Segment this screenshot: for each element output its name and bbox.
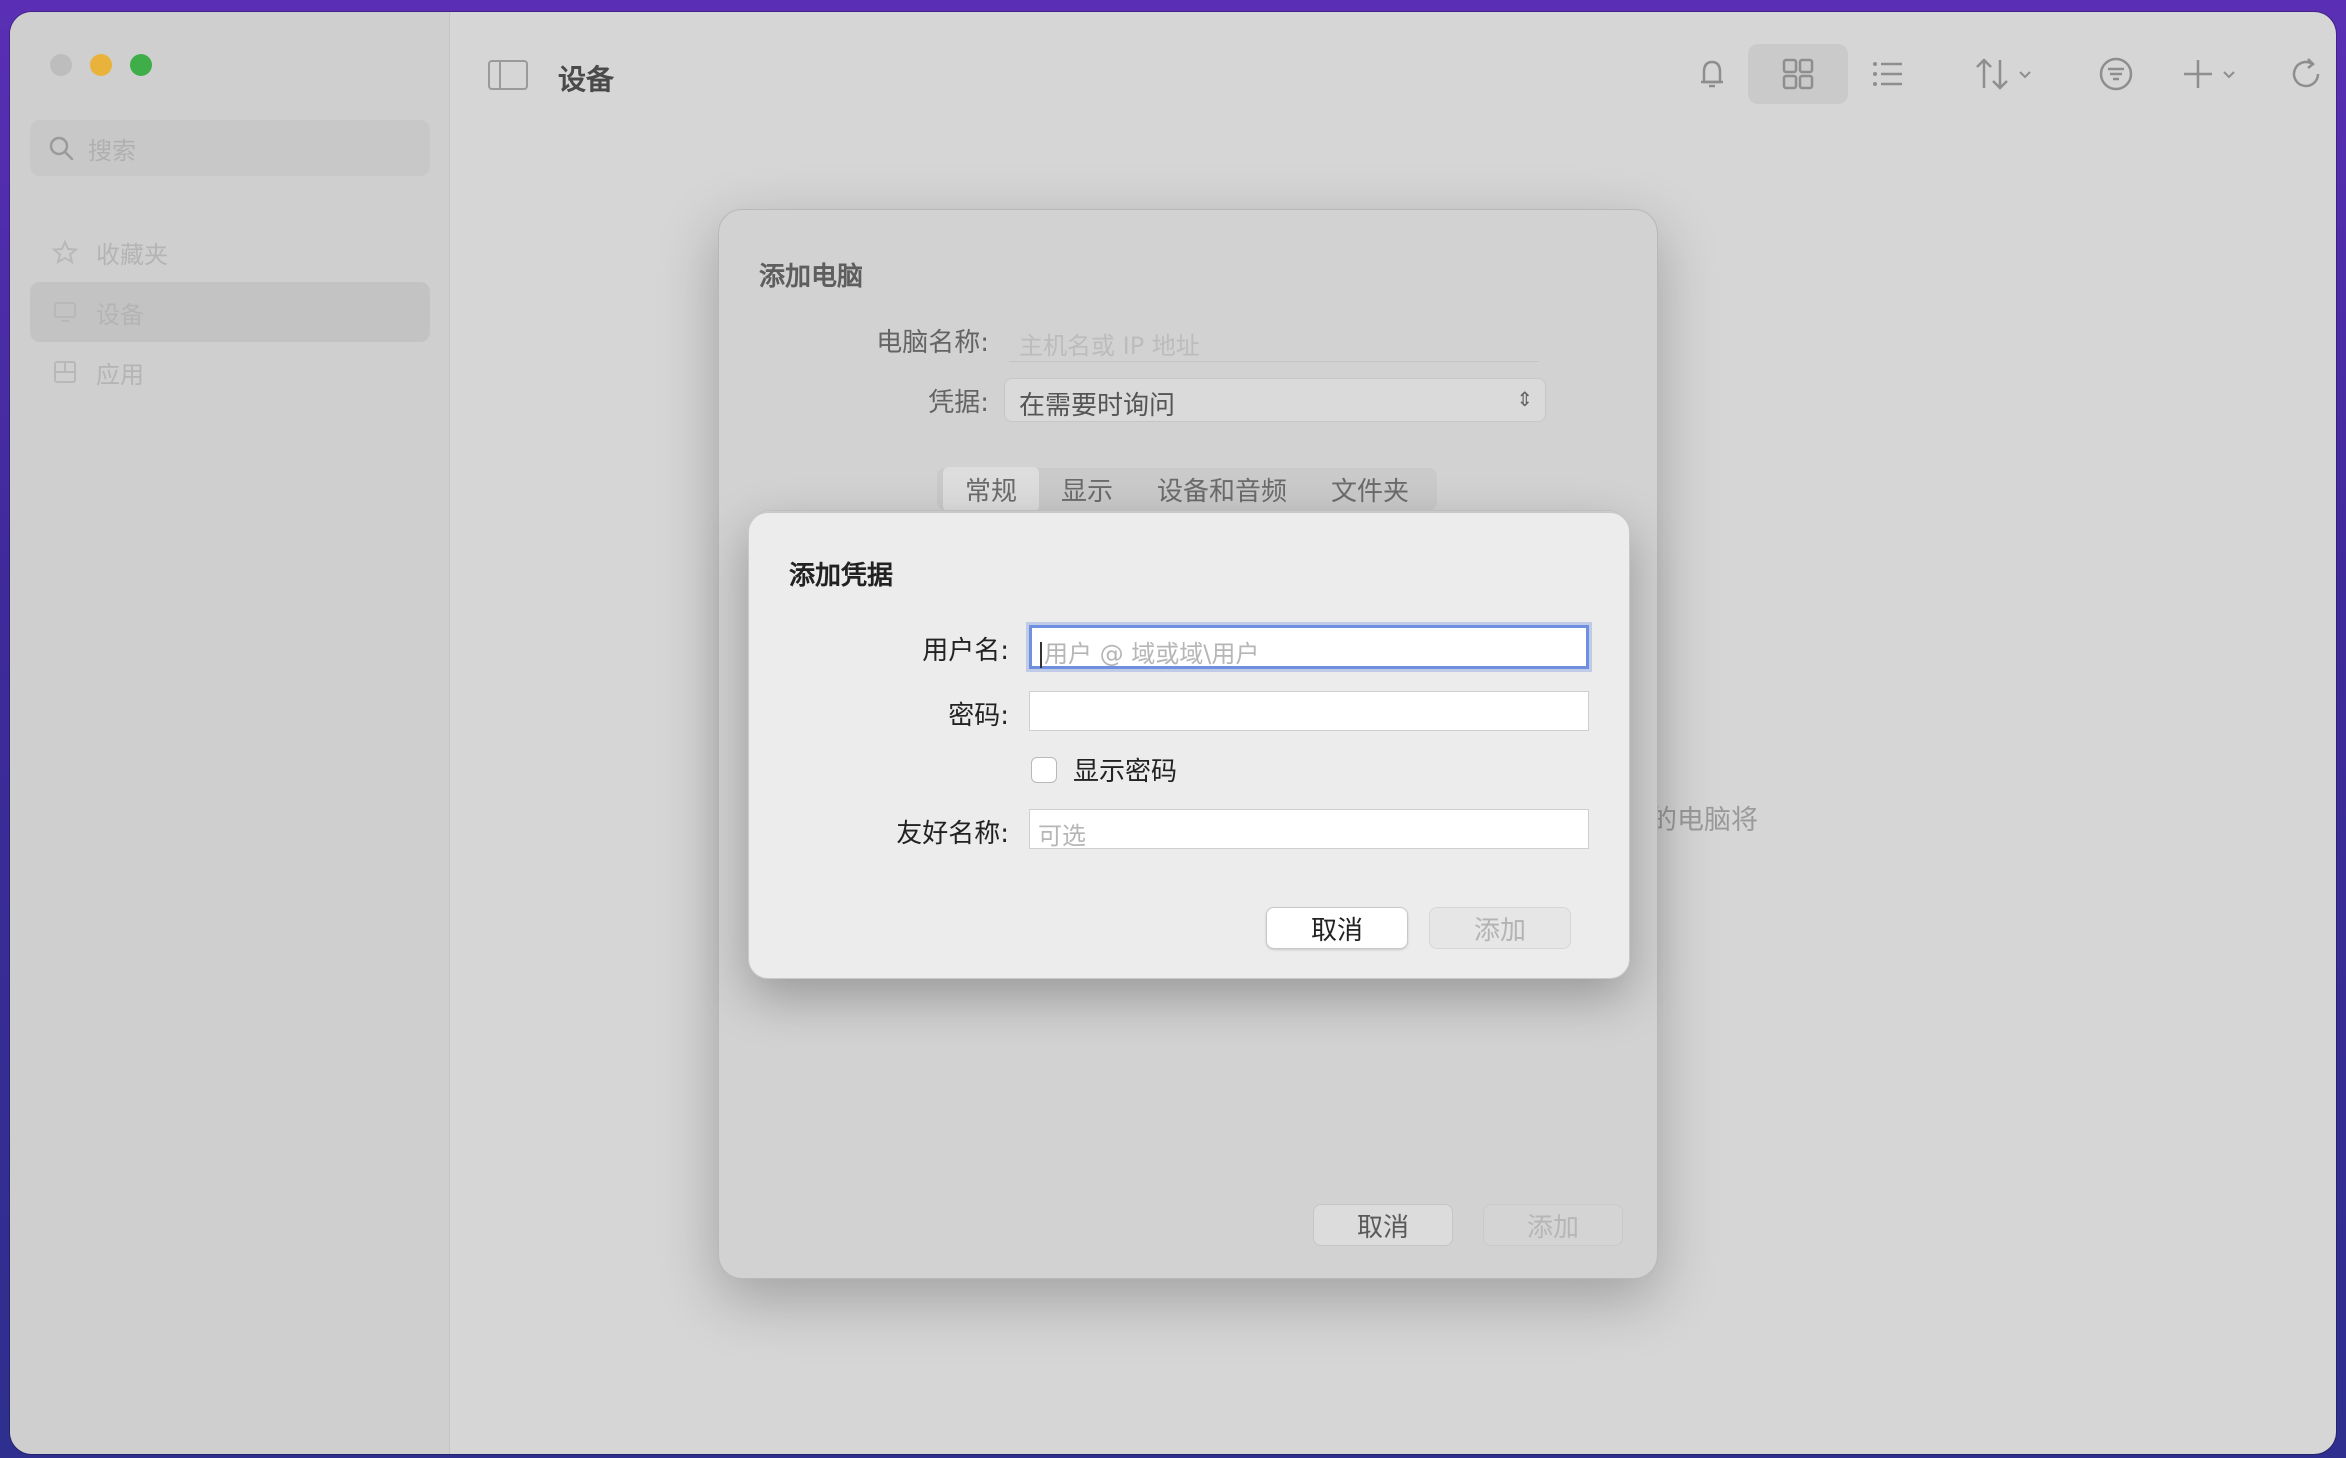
- tab-folders[interactable]: 文件夹: [1309, 467, 1431, 512]
- grid-view-icon[interactable]: [1778, 54, 1818, 94]
- friendly-name-label: 友好名称:: [896, 819, 1009, 849]
- password-label: 密码:: [948, 701, 1009, 731]
- add-icon[interactable]: [2180, 54, 2250, 94]
- sidebar-item-favorites[interactable]: 收藏夹: [30, 222, 430, 282]
- username-placeholder: 用户 @ 域或域\用户: [1044, 640, 1260, 668]
- background-message: 的电脑将: [1650, 805, 1758, 836]
- credentials-value: 在需要时询问: [1019, 391, 1176, 421]
- app-window: 搜索 收藏夹 设备 应用 设备 的电脑将 添加电脑 电脑名称: 主机名或 IP …: [10, 12, 2336, 1454]
- tab-devices-audio[interactable]: 设备和音频: [1135, 467, 1309, 512]
- credentials-select[interactable]: 在需要时询问 ⇕: [1004, 378, 1546, 422]
- sidebar-toggle-icon[interactable]: [488, 60, 528, 90]
- filter-icon[interactable]: [2096, 54, 2136, 94]
- sort-icon[interactable]: [1972, 54, 2042, 94]
- add-credential-dialog: 添加凭据 用户名: 用户 @ 域或域\用户 密码: 显示密码 友好名称: 可选 …: [748, 512, 1630, 979]
- credential-add-button[interactable]: 添加: [1429, 907, 1571, 949]
- zoom-window-button[interactable]: [130, 54, 152, 76]
- sidebar-item-devices[interactable]: 设备: [30, 282, 430, 342]
- list-view-icon[interactable]: [1868, 54, 1908, 94]
- username-label: 用户名:: [922, 636, 1009, 666]
- pc-name-input[interactable]: 主机名或 IP 地址: [1009, 320, 1539, 362]
- display-icon: [54, 302, 76, 322]
- window-controls: [50, 54, 152, 76]
- settings-tabs: 常规 显示 设备和音频 文件夹: [937, 466, 1438, 512]
- tab-general[interactable]: 常规: [943, 466, 1040, 512]
- dialog-title: 添加电脑: [759, 262, 864, 292]
- username-field[interactable]: 用户 @ 域或域\用户: [1029, 625, 1589, 669]
- credential-cancel-button[interactable]: 取消: [1266, 907, 1408, 949]
- page-title: 设备: [558, 63, 615, 96]
- add-pc-cancel-button[interactable]: 取消: [1313, 1204, 1453, 1246]
- password-field[interactable]: [1029, 691, 1589, 731]
- pc-name-label: 电脑名称:: [876, 328, 989, 358]
- show-password-checkbox[interactable]: [1031, 756, 1057, 783]
- show-password-row[interactable]: 显示密码: [1031, 751, 1177, 788]
- minimize-window-button[interactable]: [90, 54, 112, 76]
- tab-display[interactable]: 显示: [1039, 467, 1135, 512]
- dialog-title: 添加凭据: [789, 561, 894, 591]
- friendly-name-placeholder: 可选: [1038, 822, 1086, 850]
- sidebar-item-label: 收藏夹: [96, 240, 168, 269]
- friendly-name-field[interactable]: 可选: [1029, 809, 1589, 850]
- apps-icon: [54, 361, 76, 383]
- search-placeholder: 搜索: [88, 136, 136, 165]
- star-icon: [52, 239, 78, 265]
- refresh-icon[interactable]: [2286, 54, 2326, 94]
- add-pc-add-button[interactable]: 添加: [1483, 1204, 1623, 1246]
- close-window-button[interactable]: [50, 54, 72, 76]
- bell-icon[interactable]: [1692, 54, 1732, 94]
- sidebar-item-apps[interactable]: 应用: [30, 342, 430, 402]
- chevron-updown-icon: ⇕: [1516, 387, 1533, 411]
- search-input[interactable]: 搜索: [30, 120, 430, 176]
- sidebar: 搜索 收藏夹 设备 应用: [10, 12, 450, 1454]
- credentials-label: 凭据:: [928, 388, 989, 418]
- text-caret: [1040, 642, 1042, 668]
- show-password-label: 显示密码: [1073, 757, 1178, 787]
- sidebar-item-label: 应用: [96, 360, 144, 389]
- sidebar-item-label: 设备: [96, 300, 144, 329]
- search-icon: [49, 136, 74, 161]
